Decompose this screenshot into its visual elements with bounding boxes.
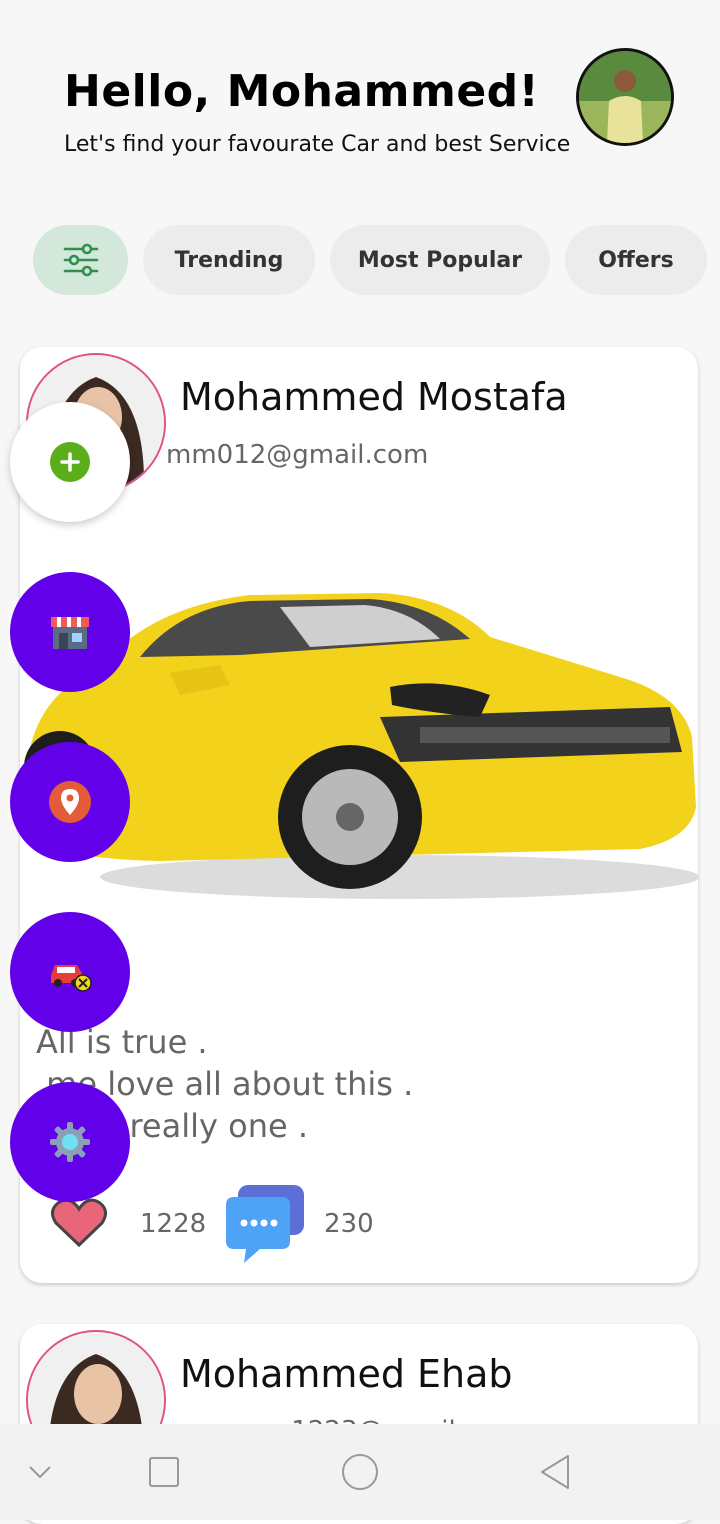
system-navigation-bar bbox=[0, 1424, 720, 1520]
add-button[interactable] bbox=[10, 402, 130, 522]
greeting-subtitle: Let's find your favourate Car and best S… bbox=[64, 132, 571, 157]
chip-trending[interactable]: Trending bbox=[143, 225, 315, 295]
collapse-chevron-icon[interactable] bbox=[20, 1452, 60, 1492]
category-chips: Trending Most Popular Offers bbox=[0, 225, 720, 295]
back-triangle-icon[interactable] bbox=[536, 1452, 576, 1492]
settings-button[interactable] bbox=[10, 1082, 130, 1202]
post-author-name: Mohammed Mostafa bbox=[180, 375, 568, 419]
location-button[interactable] bbox=[10, 742, 130, 862]
like-count: 1228 bbox=[140, 1209, 207, 1239]
add-icon bbox=[50, 442, 90, 482]
home-circle-icon[interactable] bbox=[340, 1452, 380, 1492]
comment-icon[interactable] bbox=[222, 1183, 306, 1265]
filter-sliders-icon bbox=[63, 243, 98, 277]
post-author-email: mm012@gmail.com bbox=[166, 440, 429, 470]
header: Hello, Mohammed! Let's find your favoura… bbox=[0, 0, 720, 200]
location-icon bbox=[49, 781, 91, 823]
car-service-button[interactable] bbox=[10, 912, 130, 1032]
greeting-title: Hello, Mohammed! bbox=[64, 66, 540, 117]
profile-avatar[interactable] bbox=[576, 48, 674, 146]
comment-count: 230 bbox=[324, 1209, 374, 1239]
chip-offers[interactable]: Offers bbox=[565, 225, 707, 295]
recents-square-icon[interactable] bbox=[144, 1452, 184, 1492]
store-icon bbox=[51, 617, 89, 649]
store-button[interactable] bbox=[10, 572, 130, 692]
filter-chip[interactable] bbox=[33, 225, 128, 295]
chip-most-popular[interactable]: Most Popular bbox=[330, 225, 550, 295]
post-author-name: Mohammed Ehab bbox=[180, 1352, 513, 1396]
heart-icon[interactable] bbox=[50, 1197, 108, 1249]
car-service-icon bbox=[51, 965, 92, 992]
settings-icon bbox=[50, 1122, 90, 1162]
